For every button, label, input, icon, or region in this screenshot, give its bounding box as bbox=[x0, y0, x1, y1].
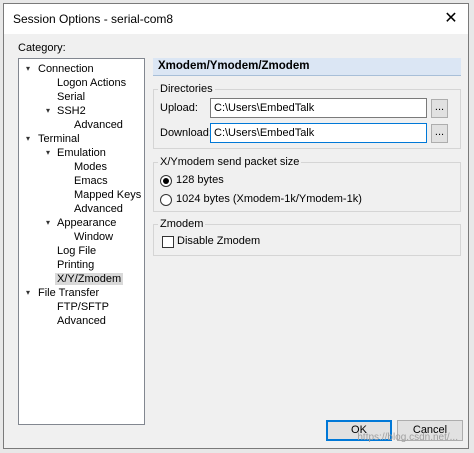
collapse-icon[interactable]: ▾ bbox=[43, 106, 53, 116]
tree-item-serial[interactable]: Serial bbox=[57, 90, 85, 104]
upload-label: Upload: bbox=[160, 102, 198, 114]
tree-item-logon-actions[interactable]: Logon Actions bbox=[57, 76, 126, 90]
tree-item-label: Appearance bbox=[57, 217, 117, 229]
tree-item-file-transfer-advanced[interactable]: Advanced bbox=[57, 314, 106, 328]
radio-128-bytes-label[interactable]: 128 bytes bbox=[176, 174, 224, 186]
tree-item-ssh2[interactable]: ▾ SSH2 bbox=[19, 104, 144, 118]
tree-item-label: Connection bbox=[38, 63, 94, 75]
tree-item-terminal[interactable]: ▾ Terminal bbox=[19, 132, 144, 146]
tree-item-ssh2-advanced[interactable]: Advanced bbox=[74, 118, 123, 132]
radio-128-bytes[interactable] bbox=[160, 175, 172, 187]
watermark: https://blog.csdn.net/... bbox=[357, 432, 458, 443]
tree-item-printing[interactable]: Printing bbox=[57, 258, 94, 272]
radio-1024-bytes-label[interactable]: 1024 bytes (Xmodem-1k/Ymodem-1k) bbox=[176, 193, 362, 205]
radio-selected-dot bbox=[163, 178, 169, 184]
packet-size-group: X/Ymodem send packet size 128 bytes 1024… bbox=[153, 156, 461, 212]
panel-title: Xmodem/Ymodem/Zmodem bbox=[158, 60, 310, 72]
radio-1024-bytes[interactable] bbox=[160, 194, 172, 206]
collapse-icon[interactable]: ▾ bbox=[43, 148, 53, 158]
tree-item-ftp-sftp[interactable]: FTP/SFTP bbox=[57, 300, 109, 314]
title-bar: Session Options - serial-com8 ✕ bbox=[4, 4, 468, 34]
tree-item-file-transfer[interactable]: ▾ File Transfer bbox=[19, 286, 144, 300]
tree-item-label-selected: X/Y/Zmodem bbox=[55, 273, 124, 285]
zmodem-group-title: Zmodem bbox=[158, 218, 206, 230]
disable-zmodem-label[interactable]: Disable Zmodem bbox=[177, 235, 260, 247]
tree-item-emulation-advanced[interactable]: Advanced bbox=[74, 202, 123, 216]
tree-item-log-file[interactable]: Log File bbox=[57, 244, 96, 258]
close-icon[interactable]: ✕ bbox=[440, 8, 462, 30]
tree-item-appearance[interactable]: ▾ Appearance bbox=[19, 216, 144, 230]
tree-item-label: Terminal bbox=[38, 133, 80, 145]
zmodem-group: Zmodem Disable Zmodem bbox=[153, 218, 461, 256]
tree-item-mapped-keys[interactable]: Mapped Keys bbox=[74, 188, 141, 202]
tree-item-modes[interactable]: Modes bbox=[74, 160, 107, 174]
collapse-icon[interactable]: ▾ bbox=[23, 288, 33, 298]
tree-item-emulation[interactable]: ▾ Emulation bbox=[19, 146, 144, 160]
tree-item-label: Emulation bbox=[57, 147, 106, 159]
tree-item-xyzmodem[interactable]: X/Y/Zmodem bbox=[55, 272, 124, 286]
collapse-icon[interactable]: ▾ bbox=[43, 218, 53, 228]
collapse-icon[interactable]: ▾ bbox=[23, 64, 33, 74]
tree-item-window[interactable]: Window bbox=[74, 230, 113, 244]
download-label: Download: bbox=[160, 127, 212, 139]
directories-group-title: Directories bbox=[158, 83, 215, 95]
window-title: Session Options - serial-com8 bbox=[13, 12, 174, 26]
session-options-dialog: Session Options - serial-com8 ✕ Category… bbox=[3, 3, 469, 449]
download-browse-button[interactable]: ... bbox=[431, 124, 448, 143]
category-label: Category: bbox=[18, 42, 66, 54]
collapse-icon[interactable]: ▾ bbox=[23, 134, 33, 144]
download-directory-input[interactable]: C:\Users\EmbedTalk bbox=[210, 123, 427, 143]
upload-directory-input[interactable]: C:\Users\EmbedTalk bbox=[210, 98, 427, 118]
directories-group: Directories Upload: C:\Users\EmbedTalk .… bbox=[153, 83, 461, 149]
tree-item-label: SSH2 bbox=[57, 105, 86, 117]
disable-zmodem-checkbox[interactable] bbox=[162, 236, 174, 248]
panel-header: Xmodem/Ymodem/Zmodem bbox=[153, 58, 461, 76]
upload-browse-button[interactable]: ... bbox=[431, 99, 448, 118]
packet-size-group-title: X/Ymodem send packet size bbox=[158, 156, 302, 168]
tree-item-emacs[interactable]: Emacs bbox=[74, 174, 108, 188]
tree-item-connection[interactable]: ▾ Connection bbox=[19, 62, 144, 76]
category-tree[interactable]: ▾ Connection Logon Actions Serial ▾ SSH2… bbox=[18, 58, 145, 425]
tree-item-label: File Transfer bbox=[38, 287, 100, 299]
